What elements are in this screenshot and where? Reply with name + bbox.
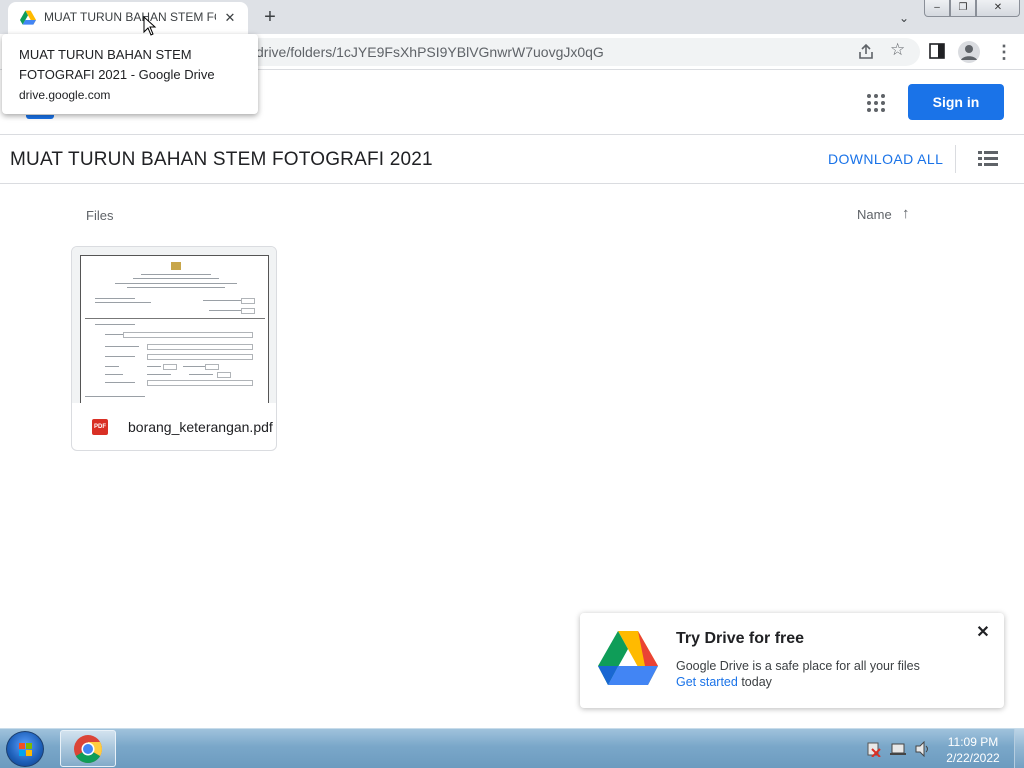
google-drive-favicon-icon: [20, 10, 36, 25]
tab-hover-card: MUAT TURUN BAHAN STEM FOTOGRAFI 2021 - G…: [2, 34, 258, 114]
sign-in-button[interactable]: Sign in: [908, 84, 1004, 120]
files-section-label: Files: [86, 208, 114, 223]
promo-close-icon[interactable]: ✕: [974, 624, 992, 642]
windows-logo-icon: [19, 743, 32, 756]
drive-logo[interactable]: [26, 115, 54, 119]
system-tray-icons[interactable]: [866, 741, 932, 757]
mouse-cursor-icon: [143, 16, 157, 36]
file-thumbnail: [72, 247, 276, 403]
browser-tab[interactable]: MUAT TURUN BAHAN STEM FOTOGRAFI 2021 - G…: [8, 2, 248, 34]
hover-card-domain: drive.google.com: [19, 88, 111, 102]
promo-body-suffix: today: [737, 675, 772, 689]
browser-menu-icon[interactable]: ⋮: [995, 41, 1013, 63]
tab-title: MUAT TURUN BAHAN STEM FOTOGRAFI 2021 - G…: [44, 10, 216, 24]
promo-body: Google Drive is a safe place for all you…: [676, 658, 976, 690]
try-drive-promo: Try Drive for free Google Drive is a saf…: [580, 613, 1004, 708]
get-started-link[interactable]: Get started: [676, 675, 738, 689]
promo-body-text: Google Drive is a safe place for all you…: [676, 659, 920, 673]
minimize-button[interactable]: –: [924, 0, 950, 17]
address-bar[interactable]: drive/folders/1cJYE9FsXhPSI9YBlVGnwrW7uo…: [150, 38, 920, 66]
bookmark-star-icon[interactable]: ☆: [890, 40, 905, 60]
windows-taskbar: 11:09 PM 2/22/2022: [0, 728, 1024, 768]
file-name: borang_keterangan.pdf: [128, 419, 273, 435]
chrome-icon: [74, 735, 102, 763]
maximize-button[interactable]: ❐: [950, 0, 976, 17]
sort-direction-icon[interactable]: ↑: [902, 205, 910, 222]
pdf-file-icon: PDF: [92, 419, 108, 435]
hover-card-title: MUAT TURUN BAHAN STEM FOTOGRAFI 2021 - G…: [19, 47, 215, 82]
window-controls: – ❐ ✕: [924, 0, 1020, 18]
tab-search-button[interactable]: ⌄: [894, 8, 914, 28]
profile-avatar-icon[interactable]: [958, 41, 980, 63]
document-preview: [80, 255, 269, 403]
new-tab-button[interactable]: +: [258, 5, 282, 29]
folder-title: MUAT TURUN BAHAN STEM FOTOGRAFI 2021: [10, 149, 433, 170]
window-close-button[interactable]: ✕: [976, 0, 1020, 17]
side-panel-icon[interactable]: [929, 43, 945, 59]
tab-close-icon[interactable]: ✕: [220, 8, 240, 28]
share-icon[interactable]: [856, 42, 876, 62]
file-card[interactable]: PDF borang_keterangan.pdf: [71, 246, 277, 451]
google-apps-icon[interactable]: [866, 93, 886, 113]
download-all-button[interactable]: DOWNLOAD ALL: [828, 151, 943, 167]
url-text: drive/folders/1cJYE9FsXhPSI9YBlVGnwrW7uo…: [256, 44, 604, 60]
clock-date[interactable]: 2/22/2022: [940, 751, 1006, 765]
list-view-icon[interactable]: [978, 151, 998, 167]
google-drive-logo-icon: [598, 631, 658, 685]
taskbar-chrome-button[interactable]: [60, 730, 116, 767]
folder-bar: MUAT TURUN BAHAN STEM FOTOGRAFI 2021 DOW…: [0, 135, 1024, 184]
start-button[interactable]: [6, 731, 44, 767]
divider: [955, 145, 956, 173]
clock-time[interactable]: 11:09 PM: [940, 735, 1006, 749]
promo-title: Try Drive for free: [676, 630, 805, 647]
sort-by-name-button[interactable]: Name: [857, 207, 892, 222]
show-desktop-button[interactable]: [1014, 729, 1024, 768]
